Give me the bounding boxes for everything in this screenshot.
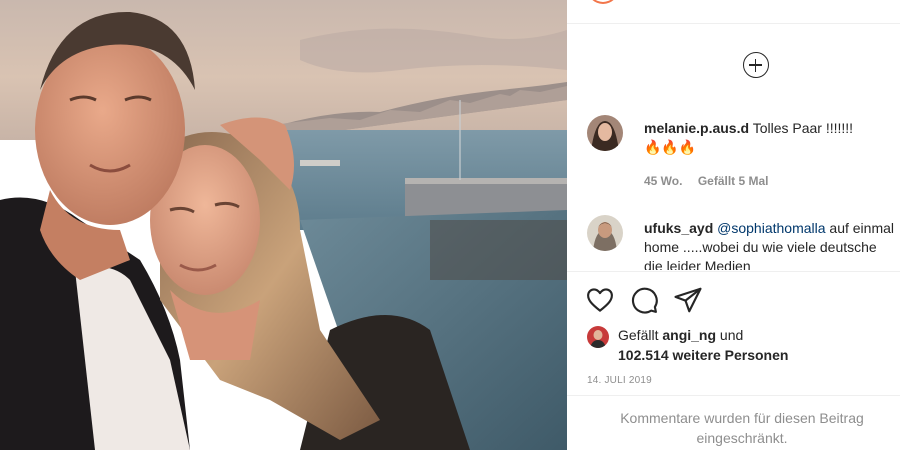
comments-list: melanie.p.aus.d Tolles Paar !!!!!!! 🔥🔥🔥 … bbox=[567, 100, 900, 270]
post-side-panel: melanie.p.aus.d Tolles Paar !!!!!!! 🔥🔥🔥 … bbox=[567, 0, 900, 450]
likes-user[interactable]: angi_ng bbox=[662, 327, 716, 343]
post-photo[interactable] bbox=[0, 0, 567, 450]
author-avatar-ring[interactable] bbox=[587, 0, 619, 4]
comment-text: melanie.p.aus.d Tolles Paar !!!!!!! 🔥🔥🔥 bbox=[644, 119, 894, 158]
likes-line: Gefällt angi_ng und bbox=[618, 325, 743, 345]
divider bbox=[567, 395, 900, 396]
comment-age[interactable]: 45 Wo. bbox=[644, 174, 682, 188]
comment-username[interactable]: melanie.p.aus.d bbox=[644, 120, 749, 136]
post-date[interactable]: 14. JULI 2019 bbox=[587, 375, 652, 386]
comment-text: ufuks_ayd @sophiathomalla auf einmal hom… bbox=[644, 219, 894, 270]
divider bbox=[567, 23, 900, 24]
fire-emoji-icon: 🔥🔥🔥 bbox=[644, 140, 697, 156]
comments-restricted-notice: Kommentare wurden für diesen Beitrag ein… bbox=[620, 410, 864, 446]
commenter-avatar[interactable] bbox=[587, 115, 623, 151]
share-icon[interactable] bbox=[673, 285, 703, 315]
post-photo-image bbox=[0, 0, 567, 450]
likes-prefix: Gefällt bbox=[618, 327, 659, 343]
likes-count[interactable]: 102.514 weitere Personen bbox=[618, 345, 788, 365]
comment-meta: 45 Wo. Gefällt 5 Mal bbox=[644, 174, 781, 188]
load-more-comments-icon[interactable] bbox=[743, 52, 769, 78]
comment-icon[interactable] bbox=[629, 285, 659, 315]
divider bbox=[567, 271, 900, 272]
likes-conjunction: und bbox=[719, 327, 744, 343]
liker-avatar[interactable] bbox=[587, 326, 609, 348]
heart-icon[interactable] bbox=[585, 285, 615, 315]
commenter-avatar[interactable] bbox=[587, 215, 623, 251]
comment-body: Tolles Paar !!!!!!! bbox=[752, 120, 854, 136]
comment-mention[interactable]: @sophiathomalla bbox=[717, 220, 825, 236]
comment-likes[interactable]: Gefällt 5 Mal bbox=[698, 174, 769, 188]
comment-username[interactable]: ufuks_ayd bbox=[644, 220, 713, 236]
